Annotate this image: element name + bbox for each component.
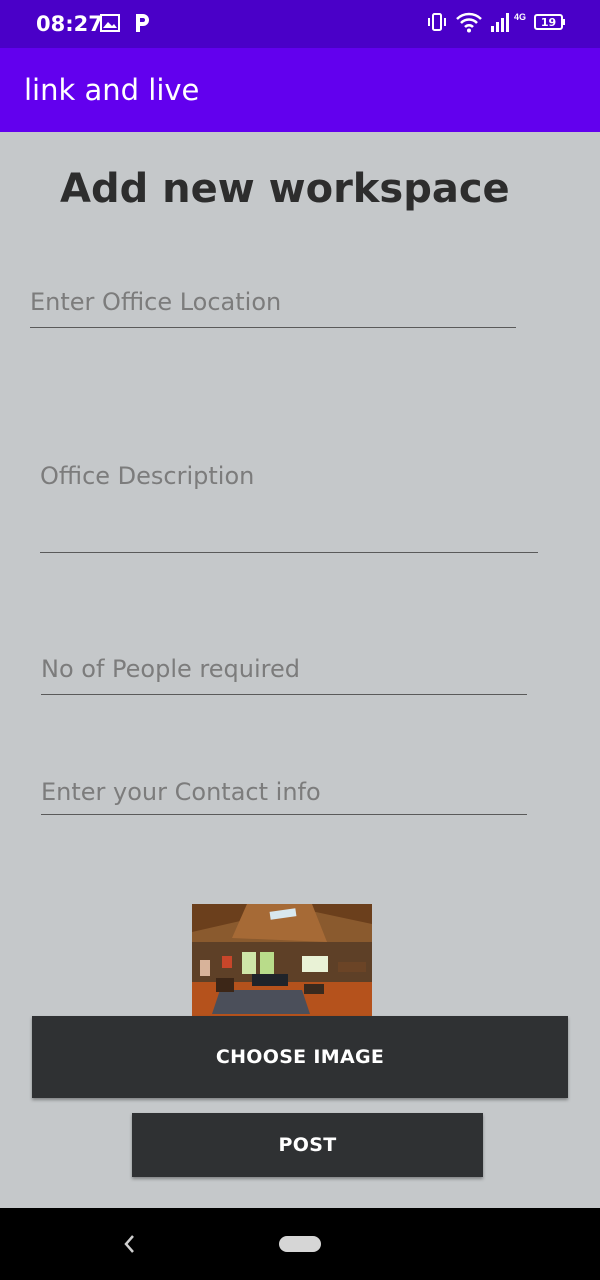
choose-image-button[interactable]: CHOOSE IMAGE bbox=[32, 1016, 568, 1098]
status-time: 08:27 bbox=[36, 12, 103, 36]
page-title: Add new workspace bbox=[60, 166, 510, 212]
description-field bbox=[40, 462, 538, 553]
app-title: link and live bbox=[24, 73, 200, 107]
people-required-input[interactable] bbox=[41, 655, 527, 683]
wifi-icon bbox=[456, 12, 482, 33]
network-type-label: 4G bbox=[513, 12, 526, 22]
back-icon[interactable] bbox=[120, 1232, 140, 1256]
status-bar: 08:27 4G 19 bbox=[0, 0, 600, 48]
signal-icon bbox=[490, 13, 509, 32]
battery-level-text: 19 bbox=[541, 16, 556, 29]
contact-info-input[interactable] bbox=[41, 778, 527, 806]
location-input[interactable] bbox=[30, 288, 516, 316]
post-button[interactable]: POST bbox=[132, 1113, 483, 1177]
location-field bbox=[30, 288, 516, 328]
image-icon bbox=[100, 14, 120, 32]
selected-image-preview bbox=[192, 904, 372, 1016]
parking-app-icon bbox=[136, 14, 149, 32]
vibrate-icon bbox=[427, 13, 446, 31]
contact-field bbox=[41, 778, 527, 815]
navigation-bar bbox=[0, 1208, 600, 1280]
people-field bbox=[41, 655, 527, 695]
home-pill-icon[interactable] bbox=[279, 1236, 321, 1252]
battery-icon: 19 bbox=[534, 14, 565, 30]
description-input[interactable] bbox=[40, 462, 538, 490]
app-bar: link and live bbox=[0, 48, 600, 132]
